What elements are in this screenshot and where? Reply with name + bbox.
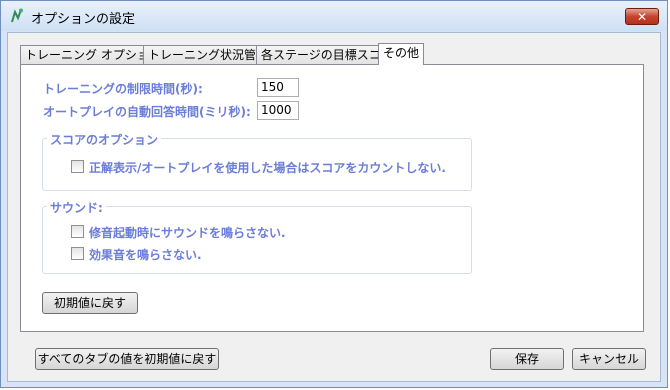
save-button[interactable]: 保存 (490, 348, 564, 370)
tab-training-status[interactable]: トレーニング状況管理 (143, 45, 268, 64)
title-bar[interactable]: オプションの設定 ✕ (1, 1, 667, 31)
tab-other[interactable]: その他 (378, 43, 424, 65)
options-dialog: オプションの設定 ✕ トレーニング オプション トレーニング状況管理 各ステージ… (0, 0, 668, 388)
autoplay-time-input[interactable]: 1000 (257, 101, 299, 120)
score-options-group: スコアのオプション 正解表示/オートプレイを使用した場合はスコアをカウントしない… (42, 131, 472, 191)
score-options-legend: スコアのオプション (47, 131, 162, 148)
time-limit-input[interactable]: 150 (257, 78, 299, 97)
time-limit-label: トレーニングの制限時間(秒): (43, 82, 203, 96)
score-exclude-label: 正解表示/オートプレイを使用した場合はスコアをカウントしない. (89, 161, 446, 175)
tab-training-options[interactable]: トレーニング オプション (20, 45, 161, 64)
sound-legend: サウンド: (47, 199, 106, 216)
sound-group: サウンド: 修音起動時にサウンドを鳴らさない. 効果音を鳴らさない. (42, 199, 472, 274)
tab-stage-target-score[interactable]: 各ステージの目標スコア (256, 45, 393, 64)
mute-effects-checkbox[interactable] (71, 247, 84, 260)
autoplay-time-label: オートプレイの自動回答時間(ミリ秒): (43, 105, 251, 119)
cancel-button[interactable]: キャンセル (572, 348, 646, 370)
mute-startup-sound-checkbox[interactable] (71, 225, 84, 238)
mute-startup-sound-label: 修音起動時にサウンドを鳴らさない. (89, 226, 286, 240)
reset-all-tabs-button[interactable]: すべてのタブの値を初期値に戻す (35, 348, 219, 370)
close-icon: ✕ (636, 10, 648, 24)
reset-page-button[interactable]: 初期値に戻す (42, 292, 138, 314)
tab-page-other: トレーニングの制限時間(秒): 150 オートプレイの自動回答時間(ミリ秒): … (20, 64, 644, 332)
app-icon (11, 8, 23, 23)
window-title: オプションの設定 (31, 12, 136, 27)
mute-effects-label: 効果音を鳴らさない. (89, 248, 202, 262)
score-exclude-checkbox[interactable] (71, 160, 84, 173)
dialog-client-area: トレーニング オプション トレーニング状況管理 各ステージの目標スコア その他 … (7, 32, 661, 382)
close-button[interactable]: ✕ (625, 8, 659, 25)
